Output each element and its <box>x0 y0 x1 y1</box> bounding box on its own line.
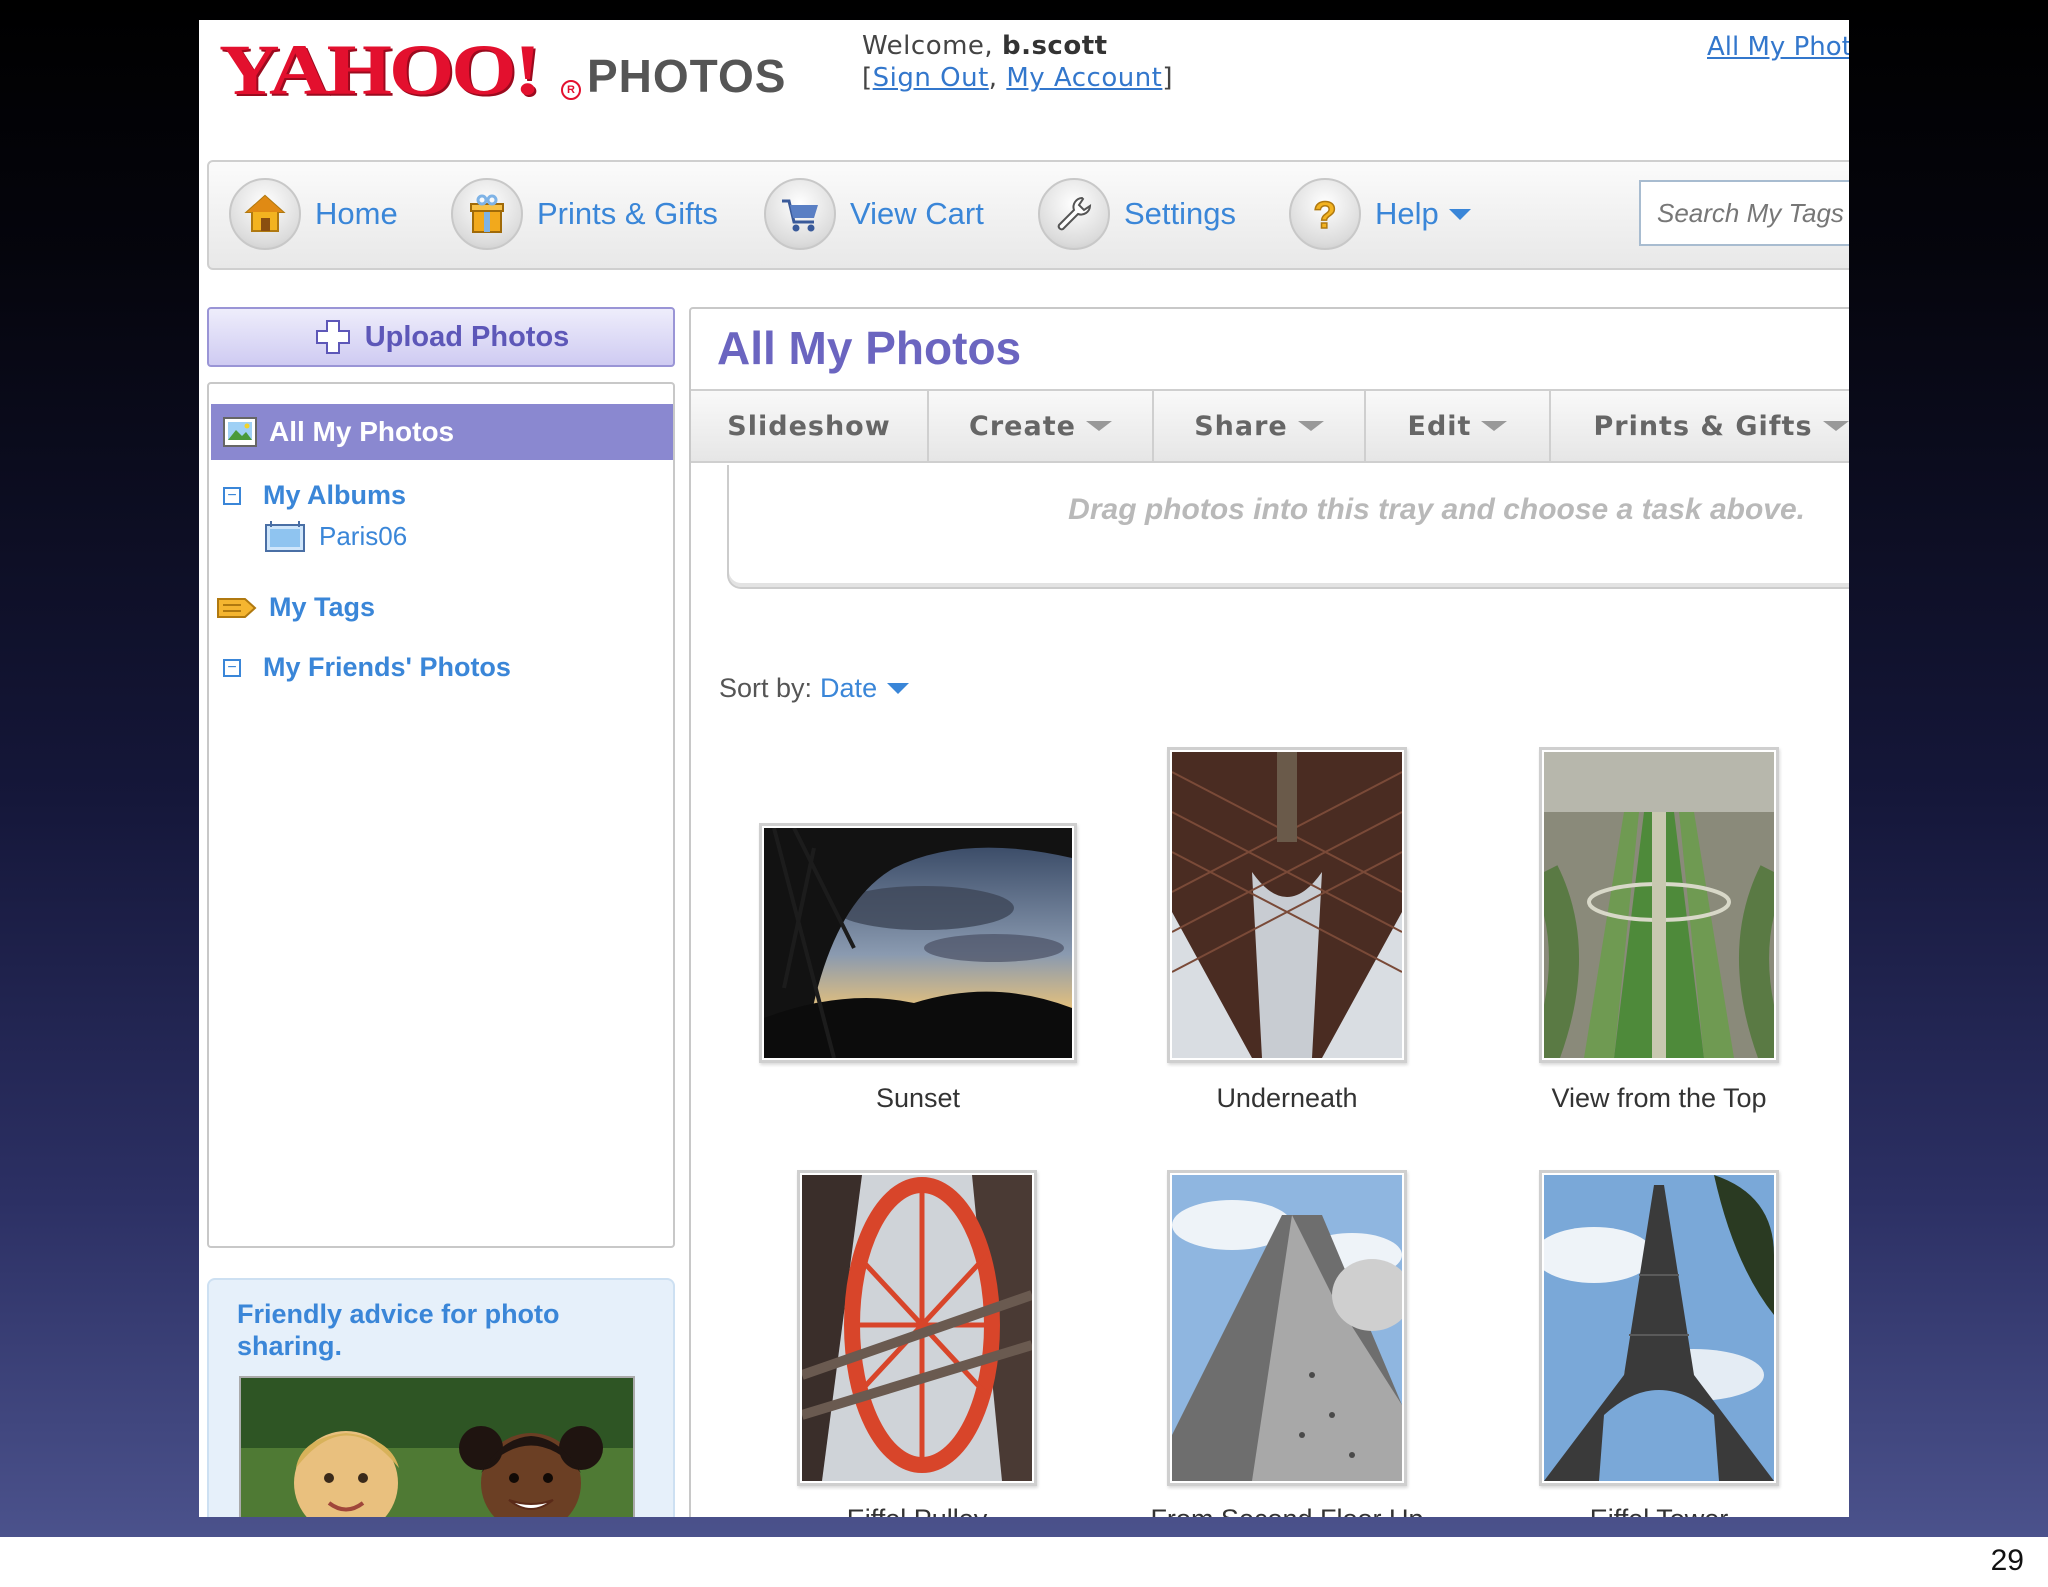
advice-promo[interactable]: Friendly advice for photo sharing. <box>207 1278 675 1517</box>
eiffel-pulley-image <box>800 1175 1034 1481</box>
nav-settings-label: Settings <box>1124 196 1237 231</box>
sort-dropdown[interactable]: Date <box>820 673 877 704</box>
eiffel-tower-image <box>1534 1175 1774 1481</box>
photo-thumbnail[interactable] <box>1167 1170 1412 1486</box>
chevron-down-icon[interactable] <box>887 683 910 694</box>
browser-screenshot: YAHOO! R PHOTOS Welcome, b.scott [Sign O… <box>199 20 1849 1517</box>
share-label: Share <box>1194 410 1288 442</box>
edit-menu[interactable]: Edit <box>1366 391 1551 461</box>
my-account-link[interactable]: My Account <box>1006 63 1162 93</box>
nav-home-label: Home <box>315 196 398 231</box>
tag-icon <box>217 597 257 618</box>
sidebar-item-my-tags-label: My Tags <box>269 592 376 622</box>
photo-caption: Eiffel Pulley <box>757 1504 1077 1517</box>
wrench-icon <box>1038 178 1110 250</box>
nav-help[interactable]: ? Help <box>1289 174 1471 254</box>
view-from-top-image <box>1529 752 1789 1064</box>
nav-home[interactable]: Home <box>229 174 398 254</box>
photo-thumbnail[interactable] <box>1529 747 1789 1064</box>
prints-gifts-menu[interactable]: Prints & Gifts <box>1551 391 1849 461</box>
collapse-icon[interactable]: − <box>223 658 241 677</box>
yahoo-logo[interactable]: YAHOO! <box>219 28 542 114</box>
nav-prints-gifts[interactable]: Prints & Gifts <box>451 174 718 254</box>
photo-thumbnail[interactable] <box>1534 1170 1779 1486</box>
nav-view-cart[interactable]: View Cart <box>764 174 984 254</box>
nav-view-cart-label: View Cart <box>850 196 984 231</box>
nav-settings[interactable]: Settings <box>1038 174 1236 254</box>
sidebar-item-my-albums[interactable]: − My Albums <box>223 480 406 511</box>
photos-logo-text: PHOTOS <box>587 50 787 102</box>
question-icon: ? <box>1289 178 1361 250</box>
gift-icon <box>451 178 523 250</box>
photo-icon <box>223 417 257 447</box>
slide-footer <box>0 1537 2048 1587</box>
photo-caption: Underneath <box>1216 1083 1358 1113</box>
sort-label: Sort by: <box>719 673 813 703</box>
registered-mark-icon: R <box>561 80 581 100</box>
plus-icon <box>315 320 350 354</box>
advice-text: Friendly advice for photo sharing. <box>237 1299 560 1361</box>
svg-text:?: ? <box>1313 195 1336 236</box>
photo-caption: View from the Top <box>1551 1083 1767 1113</box>
photo-caption: Eiffel Tower <box>1499 1504 1819 1517</box>
main-content: All My Photos Slideshow Create Share Edi… <box>689 307 1849 1517</box>
collapse-icon[interactable]: − <box>223 486 241 505</box>
photo-thumbnail[interactable] <box>1167 747 1407 1063</box>
chevron-down-icon <box>1297 421 1324 431</box>
from-second-floor-up-image <box>1172 1175 1412 1481</box>
photo-tray[interactable]: Drag photos into this tray and choose a … <box>727 465 1849 589</box>
nav-help-label: Help <box>1375 196 1439 231</box>
sidebar-item-my-albums-label: My Albums <box>263 480 407 510</box>
chevron-down-icon <box>1448 208 1471 220</box>
chevron-down-icon <box>1822 421 1849 431</box>
tray-hint: Drag photos into this tray and choose a … <box>1068 493 1805 526</box>
upload-photos-label: Upload Photos <box>364 320 570 353</box>
sunset-image <box>764 827 1072 1059</box>
chevron-down-icon <box>1481 421 1508 431</box>
sort-control: Sort by: Date <box>719 673 910 704</box>
edit-label: Edit <box>1407 410 1472 442</box>
sidebar-item-album-paris06-label: Paris06 <box>319 520 408 551</box>
photo-caption: From Second Floor Up <box>1107 1504 1467 1517</box>
welcome-area: Welcome, b.scott [Sign Out, My Account] <box>862 31 1174 93</box>
slideshow-label: Slideshow <box>727 410 891 442</box>
prints-gifts-label: Prints & Gifts <box>1593 410 1813 442</box>
chevron-down-icon <box>1085 421 1112 431</box>
page-title: All My Photos <box>717 322 1022 374</box>
album-icon <box>265 521 305 552</box>
sidebar-item-my-tags[interactable]: My Tags <box>217 592 375 623</box>
slideshow-button[interactable]: Slideshow <box>691 391 929 461</box>
photo-caption: Sunset <box>875 1083 961 1113</box>
welcome-prefix: Welcome, <box>862 31 994 61</box>
main-toolbar: Home Prints & Gifts View Cart Settings ?… <box>207 160 1849 270</box>
upload-photos-button[interactable]: Upload Photos <box>207 307 675 367</box>
underneath-image <box>1171 752 1403 1058</box>
nav-prints-gifts-label: Prints & Gifts <box>537 196 718 231</box>
sidebar-item-friends-photos[interactable]: − My Friends' Photos <box>223 652 511 683</box>
sidebar-item-album-paris06[interactable]: Paris06 <box>265 520 407 552</box>
search-tags-input[interactable]: Search My Tags <box>1639 180 1849 246</box>
advice-photo-children <box>239 1376 635 1517</box>
house-icon <box>229 178 301 250</box>
sidebar-item-all-my-photos-label: All My Photos <box>269 416 455 447</box>
slide-number: 29 <box>1990 1544 2024 1577</box>
photo-thumbnail[interactable] <box>759 823 1077 1063</box>
sidebar-item-friends-photos-label: My Friends' Photos <box>263 652 511 682</box>
photo-thumbnail[interactable] <box>797 1170 1037 1486</box>
action-bar: Slideshow Create Share Edit Prints & Gif… <box>691 389 1849 463</box>
create-menu[interactable]: Create <box>929 391 1154 461</box>
username: b.scott <box>1001 31 1108 61</box>
sidebar-nav: All My Photos − My Albums Paris06 My Tag… <box>207 382 675 1248</box>
share-menu[interactable]: Share <box>1154 391 1366 461</box>
all-my-photos-top-link[interactable]: All My Phot <box>1707 32 1849 62</box>
cart-icon <box>764 178 836 250</box>
create-label: Create <box>969 410 1076 442</box>
sign-out-link[interactable]: Sign Out <box>873 63 989 93</box>
sidebar-item-all-my-photos[interactable]: All My Photos <box>211 404 673 460</box>
